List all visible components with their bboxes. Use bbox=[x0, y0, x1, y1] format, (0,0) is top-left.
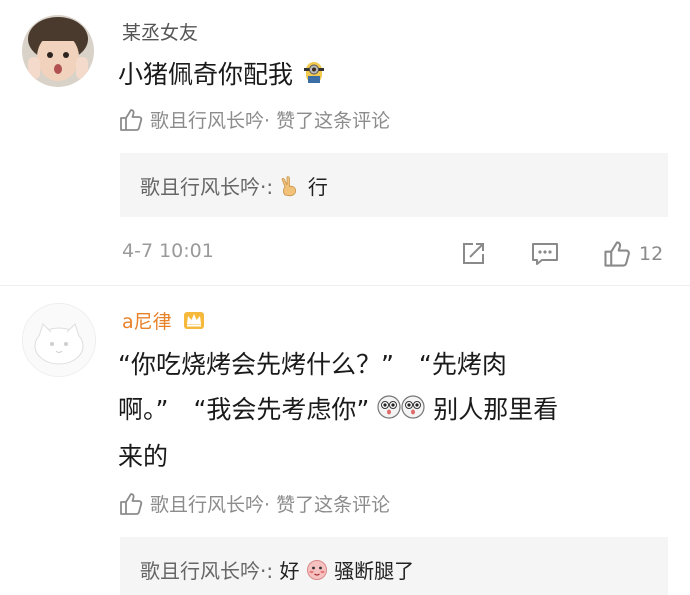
crown-icon bbox=[182, 309, 206, 336]
reply-author[interactable]: 歌且行风长吟·: bbox=[140, 175, 273, 199]
share-button[interactable] bbox=[459, 240, 487, 268]
comment-line: 来的 bbox=[118, 441, 169, 471]
comment-text-body: 小猪佩奇你配我 bbox=[118, 60, 294, 89]
like-count: 12 bbox=[639, 243, 664, 265]
minion-emoji-icon bbox=[301, 54, 327, 99]
reply-text: 行 bbox=[307, 175, 328, 199]
avatar[interactable] bbox=[22, 15, 94, 87]
reply: 歌且行风长吟·: 行 bbox=[140, 171, 328, 202]
comment-text: 小猪佩奇你配我 bbox=[118, 52, 660, 99]
avatar[interactable] bbox=[22, 303, 96, 377]
blushing-face-icon bbox=[306, 559, 328, 586]
reply-text: 好 bbox=[279, 559, 300, 583]
liked-by-text: 歌且行风长吟· 赞了这条评论 bbox=[150, 494, 391, 516]
comment-line: 啊。” “我会先考虑你” 别人那里看 bbox=[118, 387, 660, 434]
comment-text: “你吃烧烤会先烤什么？” “先烤肉 啊。” “我会先考虑你” 别人那里看 来的 bbox=[118, 342, 660, 479]
username-text: a尼律 bbox=[122, 311, 172, 333]
username[interactable]: a尼律 bbox=[122, 307, 206, 336]
comment-icon bbox=[532, 243, 558, 265]
liked-by-text: 歌且行风长吟· 赞了这条评论 bbox=[150, 110, 391, 132]
comment-line-part: 啊。” “我会先考虑你” bbox=[118, 395, 370, 424]
comment-line-part: 别人那里看 bbox=[433, 395, 559, 424]
like-button[interactable]: 12 bbox=[601, 240, 663, 268]
liked-by-row: 歌且行风长吟· 赞了这条评论 bbox=[118, 490, 390, 517]
reply-author[interactable]: 歌且行风长吟·: bbox=[140, 559, 273, 583]
reply-box[interactable]: 歌且行风长吟·: 行 bbox=[120, 153, 668, 217]
comment-thread: 某丞女友 小猪佩奇你配我 歌且行风长吟· 赞了这条评论 歌且行风长吟·: 行 4… bbox=[0, 0, 690, 595]
liked-by-row: 歌且行风长吟· 赞了这条评论 bbox=[118, 106, 390, 133]
reply-box[interactable]: 歌且行风长吟·: 好 骚断腿了 bbox=[120, 537, 668, 595]
victory-hand-icon bbox=[279, 175, 301, 202]
comment-time: 4-7 10:01 bbox=[122, 240, 214, 262]
comment-meta: 4-7 10:01 12 bbox=[0, 240, 690, 270]
username[interactable]: 某丞女友 bbox=[122, 18, 198, 45]
reply-text: 骚断腿了 bbox=[334, 559, 415, 583]
comment-button[interactable] bbox=[530, 240, 560, 268]
thumbs-up-icon bbox=[120, 492, 143, 515]
share-icon bbox=[463, 243, 484, 264]
thumbs-up-icon bbox=[604, 241, 630, 267]
comment-line: “你吃烧烤会先烤什么？” “先烤肉 bbox=[118, 350, 507, 379]
thumbs-up-icon bbox=[120, 108, 143, 131]
reply: 歌且行风长吟·: 好 骚断腿了 bbox=[140, 555, 414, 586]
divider bbox=[0, 285, 690, 286]
shocked-face-icon bbox=[377, 389, 425, 434]
